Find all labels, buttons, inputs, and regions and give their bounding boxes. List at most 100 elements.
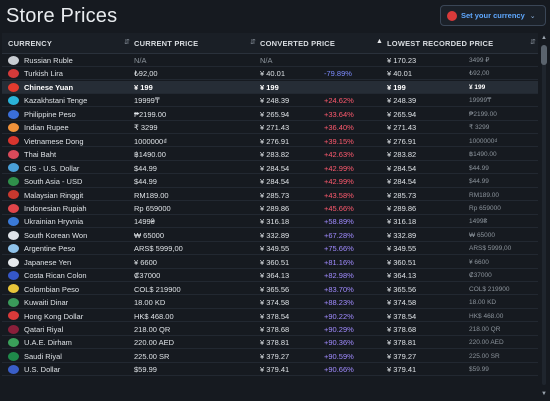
lowest-local-price: ₹ 3299	[469, 124, 490, 132]
table-row[interactable]: U.A.E. Dirham 220.00 AED ¥ 378.81 +90.36% ¥ …	[2, 336, 538, 350]
price-difference-percent: +90.66%	[324, 365, 354, 375]
country-flag-icon	[8, 149, 19, 159]
currency-name: CIS - U.S. Dollar	[24, 163, 80, 173]
converted-price: ¥ 378.81	[260, 338, 290, 348]
column-header-current-price[interactable]: CURRENT PRICE	[134, 39, 198, 48]
lowest-converted-price: ¥ 284.54	[387, 177, 417, 187]
currency-name: Indonesian Rupiah	[24, 203, 87, 213]
country-flag-icon	[8, 163, 19, 173]
price-difference-percent: +58.89%	[324, 217, 354, 227]
currency-name: U.A.E. Dirham	[24, 338, 72, 348]
currency-name: Indian Rupee	[24, 123, 69, 133]
sort-updown-icon[interactable]: ⇵	[124, 38, 130, 46]
scroll-track[interactable]	[542, 45, 546, 385]
price-difference-percent: +36.40%	[324, 123, 354, 133]
sort-updown-icon[interactable]: ⇵	[250, 38, 256, 46]
table-row[interactable]: South Asia - USD $44.99 ¥ 284.54 +42.99% ¥ 2…	[2, 175, 538, 188]
current-price: N/A	[134, 56, 147, 65]
set-currency-button[interactable]: Set your currency ⌄	[440, 5, 546, 26]
lowest-local-price: 1499₴	[469, 218, 488, 226]
current-price: ₩ 65000	[134, 230, 165, 240]
table-row[interactable]: Turkish Lira ₺92,00 ¥ 40.01 -79.89% ¥ 40.01 ₺…	[2, 67, 538, 81]
table-row[interactable]: Indian Rupee ₹ 3299 ¥ 271.43 +36.40% ¥ 271.4…	[2, 121, 538, 135]
column-header-currency[interactable]: CURRENCY	[8, 39, 52, 48]
table-row[interactable]: Kazakhstani Tenge 19999₸ ¥ 248.39 +24.62% ¥ …	[2, 94, 538, 108]
converted-price: ¥ 332.89	[260, 230, 290, 240]
currency-name: Kazakhstani Tenge	[24, 96, 88, 106]
table-row[interactable]: Thai Baht ฿1490.00 ¥ 283.82 +42.63% ¥ 283.82…	[2, 148, 538, 161]
table-row[interactable]: Argentine Peso ARS$ 5999,00 ¥ 349.55 +75.66…	[2, 242, 538, 256]
page-header: Store Prices Set your currency ⌄	[0, 0, 550, 33]
current-price: ¥ 6600	[134, 257, 157, 267]
table-row[interactable]: Chinese Yuan ¥ 199 ¥ 199 ¥ 199 ¥ 199	[2, 80, 538, 94]
table-row[interactable]: Kuwaiti Dinar 18.00 KD ¥ 374.58 +88.23% ¥ 37…	[2, 296, 538, 309]
table-header-row: CURRENCY ⇵ CURRENT PRICE ⇵ CONVERTED PRI…	[2, 33, 538, 54]
lowest-converted-price: ¥ 199	[387, 82, 406, 92]
currency-name: Vietnamese Dong	[24, 136, 84, 146]
table-row[interactable]: Qatari Riyal 218.00 QR ¥ 378.68 +90.29% ¥ 37…	[2, 323, 538, 336]
current-price: ₺92,00	[134, 69, 158, 79]
lowest-converted-price: ¥ 374.58	[387, 298, 417, 308]
current-price: ₡37000	[134, 271, 161, 281]
converted-price: ¥ 199	[260, 82, 279, 92]
scroll-thumb[interactable]	[541, 45, 547, 65]
currency-name: Argentine Peso	[24, 244, 76, 254]
country-flag-icon	[8, 203, 19, 213]
lowest-local-price: 225.00 SR	[469, 352, 500, 360]
country-flag-icon	[8, 324, 19, 334]
current-price: ₹ 3299	[134, 123, 158, 133]
currency-name: Malaysian Ringgit	[24, 190, 84, 200]
table-row[interactable]: Costa Rican Colon ₡37000 ¥ 364.13 +82.98% ¥ …	[2, 269, 538, 282]
sort-ascending-icon[interactable]: ▲	[376, 38, 383, 45]
current-price: 1000000₫	[134, 136, 168, 146]
vertical-scrollbar[interactable]: ▲ ▼	[540, 33, 548, 401]
lowest-local-price: 3499 ₽	[469, 57, 490, 64]
table-row[interactable]: Malaysian Ringgit RM189.00 ¥ 285.73 +43.58%…	[2, 189, 538, 202]
table-row[interactable]: CIS - U.S. Dollar $44.99 ¥ 284.54 +42.99% ¥ …	[2, 162, 538, 175]
sort-updown-icon[interactable]: ⇵	[530, 38, 536, 46]
current-price: $44.99	[134, 177, 157, 187]
table-row[interactable]: Colombian Peso COL$ 219900 ¥ 365.56 +83.70%…	[2, 283, 538, 296]
lowest-converted-price: ¥ 365.56	[387, 284, 417, 294]
lowest-local-price: $59.99	[469, 366, 489, 374]
current-price: 218.00 QR	[134, 325, 171, 334]
lowest-converted-price: ¥ 40.01	[387, 69, 413, 79]
scroll-up-icon[interactable]: ▲	[540, 35, 548, 41]
converted-price: N/A	[260, 56, 273, 65]
currency-name: South Korean Won	[24, 230, 88, 240]
table-row[interactable]: Philippine Peso ₱2199.00 ¥ 265.94 +33.64% ¥ …	[2, 108, 538, 121]
table-row[interactable]: Saudi Riyal 225.00 SR ¥ 379.27 +90.59% ¥ 379…	[2, 350, 538, 363]
country-flag-icon	[8, 230, 19, 240]
table-row[interactable]: U.S. Dollar $59.99 ¥ 379.41 +90.66% ¥ 379.41…	[2, 363, 538, 377]
current-price: 225.00 SR	[134, 351, 170, 361]
lowest-local-price: ₩ 65000	[469, 231, 496, 239]
table-row[interactable]: Hong Kong Dollar HK$ 468.00 ¥ 378.54 +90.22…	[2, 310, 538, 323]
converted-price: ¥ 40.01	[260, 69, 286, 79]
lowest-converted-price: ¥ 364.13	[387, 271, 417, 281]
table-row[interactable]: South Korean Won ₩ 65000 ¥ 332.89 +67.28% ¥ …	[2, 229, 538, 242]
currency-name: Qatari Riyal	[24, 325, 64, 334]
table-row[interactable]: Vietnamese Dong 1000000₫ ¥ 276.91 +39.15% ¥ …	[2, 135, 538, 148]
lowest-local-price: ¥ 199	[469, 83, 486, 91]
table-row[interactable]: Indonesian Rupiah Rp 659000 ¥ 289.86 +45.66…	[2, 202, 538, 215]
column-header-lowest-price[interactable]: LOWEST RECORDED PRICE	[387, 39, 493, 48]
currency-name: Thai Baht	[24, 150, 57, 160]
table-row[interactable]: Japanese Yen ¥ 6600 ¥ 360.51 +81.16% ¥ 360.5…	[2, 256, 538, 269]
current-price: ₱2199.00	[134, 109, 167, 119]
lowest-converted-price: ¥ 265.94	[387, 109, 417, 119]
country-flag-icon	[8, 109, 19, 119]
country-flag-icon	[8, 69, 19, 79]
column-header-converted-price[interactable]: CONVERTED PRICE	[260, 39, 335, 48]
current-price: RM189.00	[134, 190, 169, 200]
table-row[interactable]: Russian Ruble N/A N/A ¥ 170.23 3499 ₽	[2, 54, 538, 67]
converted-price: ¥ 265.94	[260, 109, 290, 119]
set-currency-label: Set your currency	[461, 11, 525, 20]
table-row[interactable]: Ukrainian Hryvnia 1499₴ ¥ 316.18 +58.89% ¥ 3…	[2, 215, 538, 229]
lowest-converted-price: ¥ 379.27	[387, 351, 417, 361]
price-difference-percent: +81.16%	[324, 257, 354, 267]
current-price: 220.00 AED	[134, 338, 175, 348]
current-price: ARS$ 5999,00	[134, 244, 183, 254]
lowest-local-price: RM189.00	[469, 191, 499, 199]
scroll-down-icon[interactable]: ▼	[540, 391, 548, 397]
converted-price: ¥ 271.43	[260, 123, 290, 133]
